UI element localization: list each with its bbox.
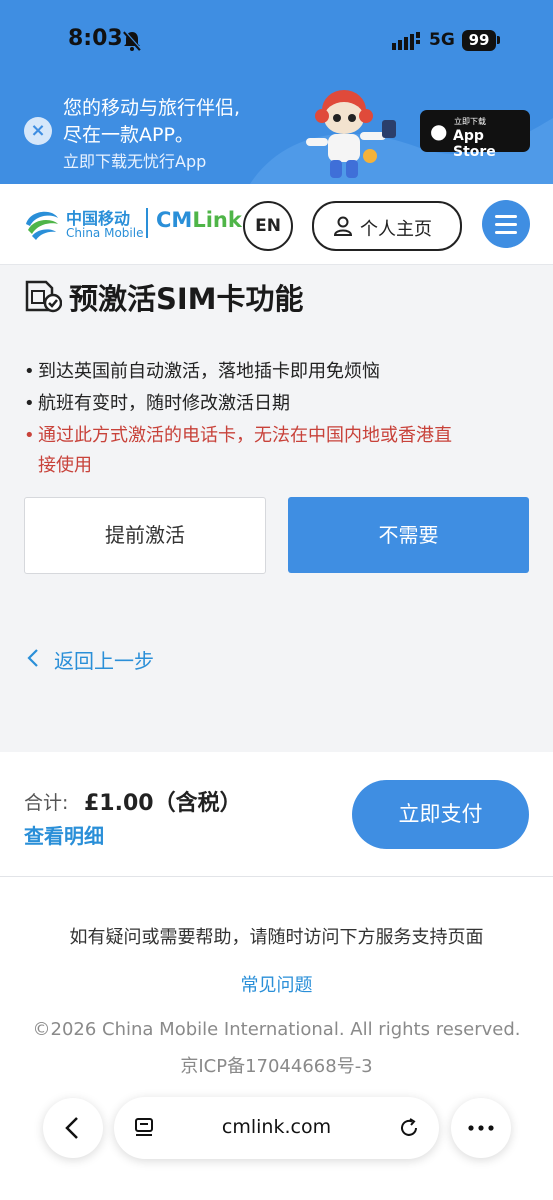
profile-label: 个人主页 <box>360 219 432 240</box>
chevron-left-icon <box>65 1117 78 1139</box>
warning-bullet: • 通过此方式激活的电话卡，无法在中国内地或香港直 <box>24 421 452 447</box>
battery-tip <box>497 36 500 44</box>
cmlink-logo[interactable]: CMLink <box>156 208 242 232</box>
menu-icon <box>495 215 517 218</box>
back-link[interactable]: 返回上一步 <box>26 645 154 674</box>
menu-icon-bar <box>495 231 517 234</box>
section-title: 预激活SIM卡功能 <box>69 282 304 316</box>
logo-english: China Mobile <box>66 226 144 240</box>
bullet-dot: • <box>24 393 35 414</box>
feature-bullet: • 航班有变时，随时修改激活日期 <box>24 389 290 415</box>
faq-link[interactable]: 常见问题 <box>0 971 553 997</box>
warning-text-line2: 接使用 <box>38 455 92 476</box>
browser-back-button[interactable] <box>43 1098 103 1158</box>
bullet-text: 到达英国前自动激活，落地插卡即用免烦恼 <box>38 361 380 382</box>
logo-link: Link <box>192 208 242 232</box>
chevron-left-icon <box>26 648 54 673</box>
decline-button[interactable]: 不需要 <box>288 497 529 573</box>
language-button[interactable]: EN <box>243 201 293 251</box>
copyright: ©2026 China Mobile International. All ri… <box>32 1019 521 1040</box>
signal-icon <box>392 32 420 50</box>
activate-early-button[interactable]: 提前激活 <box>24 497 266 574</box>
back-label: 返回上一步 <box>54 649 154 673</box>
more-button[interactable] <box>451 1098 511 1158</box>
bullet-text: 航班有变时，随时修改激活日期 <box>38 393 290 414</box>
appstore-label: App Store <box>453 128 496 160</box>
feature-bullet: • 到达英国前自动激活，落地插卡即用免烦恼 <box>24 357 380 383</box>
help-text: 如有疑问或需要帮助，请随时访问下方服务支持页面 <box>69 927 484 948</box>
view-details-link[interactable]: 查看明细 <box>24 820 104 849</box>
mascot-illustration <box>306 90 396 178</box>
status-time: 8:03 <box>68 26 123 51</box>
logo-cm: CM <box>156 208 193 232</box>
pay-now-button[interactable]: 立即支付 <box>352 780 529 849</box>
icp-license[interactable]: 京ICP备17044668号-3 <box>0 1052 553 1078</box>
more-dots-icon <box>468 1125 494 1131</box>
silent-bell-icon <box>123 30 142 51</box>
bullet-dot: • <box>24 425 35 446</box>
banner-subtitle: 立即下载无忧行App <box>63 152 207 171</box>
total-amount: £1.00（含税） <box>84 791 242 816</box>
app-store-button[interactable]: ● 立即下载 App Store <box>420 110 530 160</box>
appstore-small-label: 立即下载 <box>454 117 486 126</box>
url-text: cmlink.com <box>221 1116 332 1138</box>
sim-card-icon <box>25 280 62 313</box>
warning-text-line1: 通过此方式激活的电话卡，无法在中国内地或香港直 <box>38 425 452 446</box>
total-label: 合计: <box>24 792 69 814</box>
china-mobile-logo-icon[interactable] <box>22 204 62 244</box>
network-type: 5G <box>429 30 455 50</box>
banner-headline-2: 尽在一款APP。 <box>63 124 194 146</box>
bullet-dot: • <box>24 361 35 382</box>
close-icon[interactable]: × <box>24 117 52 145</box>
menu-icon-bar <box>495 223 517 226</box>
logo-divider <box>146 208 148 238</box>
menu-button[interactable] <box>482 200 530 248</box>
profile-button[interactable]: 个人主页 <box>312 201 462 251</box>
battery-icon: 99 <box>462 30 496 51</box>
user-icon <box>333 216 353 236</box>
apple-icon: ● <box>430 119 448 143</box>
banner-headline-1: 您的移动与旅行伴侣, <box>63 97 241 119</box>
